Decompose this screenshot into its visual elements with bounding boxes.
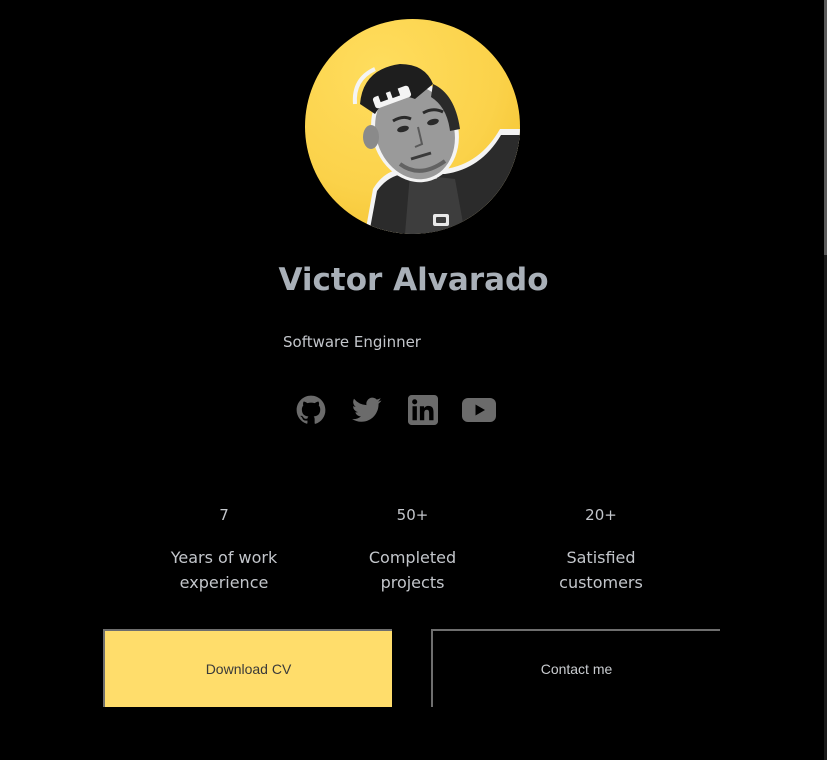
- stat-value: 50+: [396, 506, 429, 524]
- social-links: [294, 393, 496, 427]
- download-cv-button[interactable]: Download CV: [103, 629, 392, 707]
- stat-value: 7: [219, 506, 229, 524]
- linkedin-link[interactable]: [406, 393, 440, 427]
- stat-customers: 20+ Satisfied customers: [507, 504, 695, 595]
- stat-label-line: customers: [559, 573, 643, 592]
- twitter-link[interactable]: [350, 393, 384, 427]
- profile-avatar: [305, 19, 520, 234]
- twitter-icon: [352, 397, 382, 423]
- download-cv-label: Download CV: [205, 661, 292, 677]
- contact-me-button[interactable]: Contact me: [431, 629, 720, 707]
- github-link[interactable]: [294, 393, 328, 427]
- stat-label: Completed projects: [319, 545, 507, 595]
- stat-label-line: Completed: [368, 548, 457, 567]
- stat-label-line: Satisfied: [566, 548, 636, 567]
- youtube-link[interactable]: [462, 393, 496, 427]
- stat-projects: 50+ Completed projects: [319, 504, 507, 595]
- stat-label-line: projects: [380, 573, 445, 592]
- stat-label: Years of work experience: [130, 545, 318, 595]
- stat-label-line: Years of work: [170, 548, 278, 567]
- linkedin-icon: [408, 395, 438, 425]
- stat-label-line: experience: [179, 573, 269, 592]
- stats-section: 7 Years of work experience 50+ Completed…: [130, 504, 695, 595]
- youtube-icon: [462, 398, 496, 422]
- contact-me-label: Contact me: [540, 661, 613, 677]
- github-icon: [296, 395, 326, 425]
- profile-role: Software Enginner: [283, 333, 421, 351]
- profile-name: Victor Alvarado: [278, 262, 549, 298]
- stat-label: Satisfied customers: [507, 545, 695, 595]
- stat-experience: 7 Years of work experience: [130, 504, 318, 595]
- stat-value: 20+: [585, 506, 617, 524]
